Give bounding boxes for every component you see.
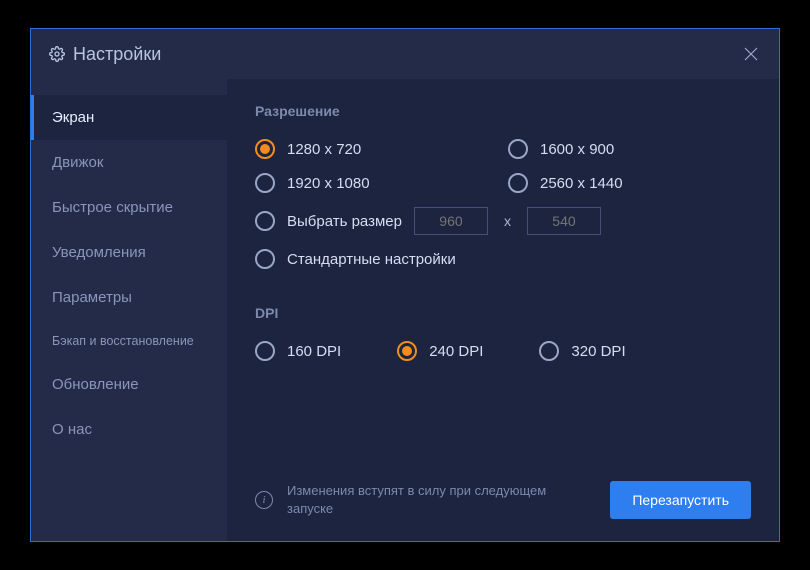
resolution-radio-custom[interactable]: Выбрать размер bbox=[255, 211, 402, 231]
resolution-radio-default[interactable]: Стандартные настройки bbox=[255, 249, 751, 269]
resolution-title: Разрешение bbox=[255, 103, 751, 119]
sidebar-item-parameters[interactable]: Параметры bbox=[31, 275, 227, 320]
radio-label: 2560 x 1440 bbox=[540, 175, 623, 192]
radio-label: Выбрать размер bbox=[287, 213, 402, 230]
dpi-radio-320[interactable]: 320 DPI bbox=[539, 341, 625, 361]
custom-height-input[interactable] bbox=[527, 207, 601, 235]
sidebar-item-update[interactable]: Обновление bbox=[31, 362, 227, 407]
resolution-radio-1920x1080[interactable]: 1920 x 1080 bbox=[255, 173, 498, 193]
window-body: Экран Движок Быстрое скрытие Уведомления… bbox=[31, 79, 779, 541]
radio-circle-icon bbox=[255, 249, 275, 269]
sidebar-item-backup[interactable]: Бэкап и восстановление bbox=[31, 320, 227, 362]
dpi-title: DPI bbox=[255, 305, 751, 321]
radio-label: 1280 x 720 bbox=[287, 141, 361, 158]
sidebar-item-label: Экран bbox=[52, 109, 94, 126]
resolution-radio-1600x900[interactable]: 1600 x 900 bbox=[508, 139, 751, 159]
dpi-radio-160[interactable]: 160 DPI bbox=[255, 341, 341, 361]
sidebar-item-label: О нас bbox=[52, 421, 92, 438]
sidebar-item-notifications[interactable]: Уведомления bbox=[31, 230, 227, 275]
radio-circle-icon bbox=[508, 139, 528, 159]
custom-width-input[interactable] bbox=[414, 207, 488, 235]
radio-label: 1920 x 1080 bbox=[287, 175, 370, 192]
restart-button[interactable]: Перезапустить bbox=[610, 481, 751, 519]
sidebar-item-about[interactable]: О нас bbox=[31, 407, 227, 452]
window-title: Настройки bbox=[73, 44, 161, 65]
radio-label: 320 DPI bbox=[571, 343, 625, 360]
titlebar: Настройки bbox=[31, 29, 779, 79]
sidebar-item-label: Параметры bbox=[52, 289, 132, 306]
footer-info-text: Изменения вступят в силу при следующем з… bbox=[287, 482, 547, 517]
radio-label: Стандартные настройки bbox=[287, 251, 456, 268]
sidebar-item-label: Быстрое скрытие bbox=[52, 199, 173, 216]
resolution-custom-row: Выбрать размер x bbox=[255, 207, 751, 235]
sidebar-item-label: Обновление bbox=[52, 376, 139, 393]
resolution-radio-1280x720[interactable]: 1280 x 720 bbox=[255, 139, 498, 159]
radio-label: 240 DPI bbox=[429, 343, 483, 360]
radio-circle-icon bbox=[255, 139, 275, 159]
radio-circle-icon bbox=[508, 173, 528, 193]
sidebar-item-quick-hide[interactable]: Быстрое скрытие bbox=[31, 185, 227, 230]
radio-label: 160 DPI bbox=[287, 343, 341, 360]
info-icon: i bbox=[255, 491, 273, 509]
settings-window: Настройки Экран Движок Быстрое скрытие У… bbox=[30, 28, 780, 542]
sidebar-item-screen[interactable]: Экран bbox=[31, 95, 227, 140]
radio-label: 1600 x 900 bbox=[540, 141, 614, 158]
radio-circle-icon bbox=[255, 211, 275, 231]
content-panel: Разрешение 1280 x 720 1600 x 900 1920 x … bbox=[227, 79, 779, 541]
sidebar-item-label: Движок bbox=[52, 154, 103, 171]
radio-circle-icon bbox=[397, 341, 417, 361]
sidebar: Экран Движок Быстрое скрытие Уведомления… bbox=[31, 79, 227, 541]
dimension-separator: x bbox=[500, 213, 515, 229]
radio-circle-icon bbox=[539, 341, 559, 361]
radio-circle-icon bbox=[255, 173, 275, 193]
dpi-radio-240[interactable]: 240 DPI bbox=[397, 341, 483, 361]
footer: i Изменения вступят в силу при следующем… bbox=[255, 463, 751, 541]
close-button[interactable] bbox=[739, 42, 763, 66]
dpi-section: DPI 160 DPI 240 DPI 320 DPI bbox=[255, 305, 751, 361]
radio-circle-icon bbox=[255, 341, 275, 361]
sidebar-item-label: Уведомления bbox=[52, 244, 146, 261]
gear-icon bbox=[49, 46, 65, 62]
dpi-options: 160 DPI 240 DPI 320 DPI bbox=[255, 341, 751, 361]
resolution-options: 1280 x 720 1600 x 900 1920 x 1080 2560 x… bbox=[255, 139, 751, 193]
sidebar-item-label: Бэкап и восстановление bbox=[52, 334, 194, 348]
resolution-radio-2560x1440[interactable]: 2560 x 1440 bbox=[508, 173, 751, 193]
sidebar-item-engine[interactable]: Движок bbox=[31, 140, 227, 185]
